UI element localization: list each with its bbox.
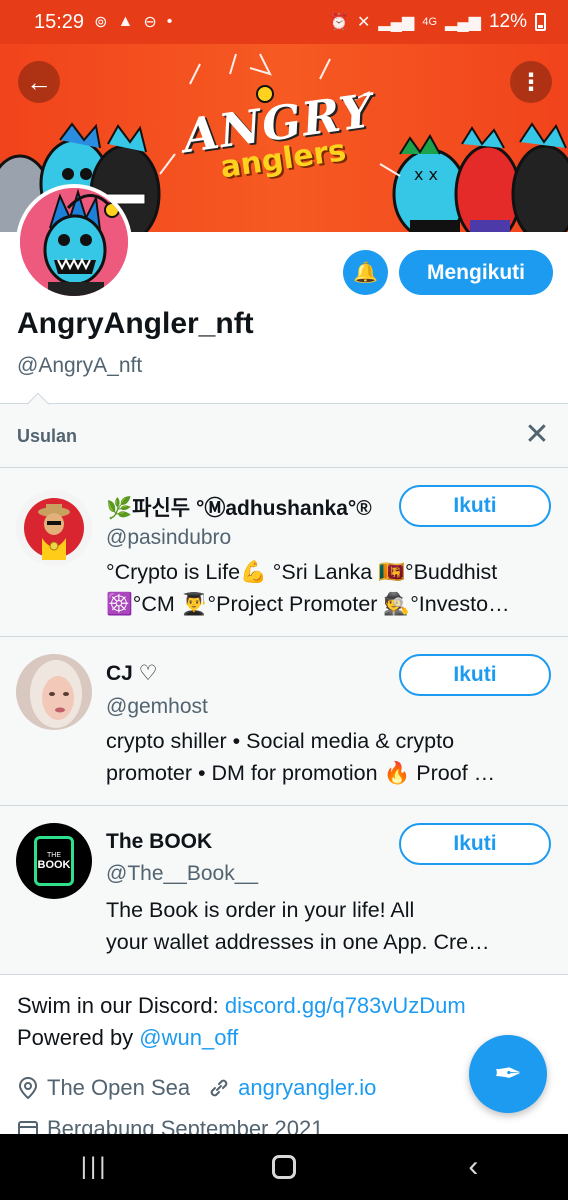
profile-bio-line: Swim in our Discord: discord.gg/q783vUzD… — [17, 993, 466, 1019]
discord-link[interactable]: discord.gg/q783vUzDum — [225, 993, 466, 1018]
suggestion-avatar[interactable]: THE BOOK — [16, 823, 92, 899]
feather-plus-icon: ✒ — [493, 1055, 523, 1093]
signal-icon-2: ▂▄▆ — [445, 14, 481, 31]
suggestion-item[interactable]: 🌿파신두 °Ⓜadhushanka°® @pasindubro °Crypto … — [0, 468, 568, 636]
close-icon: ✕ — [524, 418, 550, 451]
profile-bio-line: Powered by @wun_off — [17, 1025, 238, 1051]
suggestion-item[interactable]: CJ ♡ @gemhost crypto shiller • Social me… — [0, 637, 568, 805]
battery-icon — [535, 13, 546, 31]
link-icon — [208, 1077, 230, 1099]
system-navigation-bar: ||| ‹ — [0, 1134, 568, 1200]
chevron-left-icon: ‹ — [468, 1150, 479, 1183]
suggestion-bio-line: The Book is order in your life! All — [106, 898, 415, 922]
follow-button[interactable]: Ikuti — [399, 485, 551, 527]
suggestions-title: Usulan — [17, 426, 78, 446]
suggestion-handle: @pasindubro — [106, 526, 232, 549]
follow-button[interactable]: Ikuti — [399, 823, 551, 865]
home-button[interactable] — [254, 1142, 314, 1192]
bio-text: Swim in our Discord: — [17, 993, 225, 1018]
following-button[interactable]: Mengikuti — [399, 250, 553, 295]
close-suggestions-button[interactable]: ✕ — [522, 420, 552, 450]
follow-button[interactable]: Ikuti — [399, 654, 551, 696]
avatar-artwork — [20, 188, 128, 296]
status-time: 15:29 — [34, 10, 85, 33]
suggestion-bio: crypto shiller • Social media & crypto p… — [106, 725, 554, 789]
profile-website-link[interactable]: angryangler.io — [238, 1075, 376, 1101]
bell-check-icon: 🔔 — [353, 262, 378, 284]
notification-bell-button[interactable]: 🔔 — [343, 250, 388, 295]
mention-link[interactable]: @wun_off — [139, 1025, 238, 1050]
suggestion-name[interactable]: CJ ♡ — [106, 661, 158, 686]
warning-icon: ▲ — [117, 13, 134, 30]
profile-location: The Open Sea — [47, 1075, 191, 1100]
suggestion-name[interactable]: 🌿파신두 °Ⓜadhushanka°® — [106, 492, 372, 522]
suggestion-handle: @The__Book__ — [106, 862, 259, 885]
suggestion-handle: @gemhost — [106, 695, 208, 718]
home-icon — [271, 1155, 296, 1179]
mute-icon: ✕ — [356, 14, 371, 31]
back-button[interactable]: ← — [18, 61, 60, 103]
suggestion-avatar[interactable] — [16, 490, 92, 566]
profile-display-name: AngryAngler_nft — [17, 307, 254, 340]
status-bar: 15:29 ⊚ ▲ ⊖ • ⏰ ✕ ▂▄▆ 4G ▂▄▆ 12% — [0, 0, 568, 44]
bio-text: Powered by — [17, 1025, 140, 1050]
do-not-disturb-icon: ⊖ — [143, 14, 157, 31]
network-type: 4G — [422, 16, 438, 28]
compose-tweet-button[interactable]: ✒ — [469, 1035, 547, 1113]
book-logo-text: BOOK — [37, 858, 71, 871]
suggestion-bio-line: °Crypto is Life💪 °Sri Lanka 🇱🇰°Buddhist — [106, 560, 498, 584]
suggestion-bio: °Crypto is Life💪 °Sri Lanka 🇱🇰°Buddhist … — [106, 556, 554, 620]
recent-apps-icon: ||| — [80, 1153, 109, 1180]
more-vertical-icon: ⋮ — [519, 68, 543, 96]
suggestion-bio-line: crypto shiller • Social media & crypto — [106, 729, 455, 753]
suggestion-bio-line: your wallet addresses in one App. Cre… — [106, 930, 490, 954]
suggestion-avatar[interactable] — [16, 654, 92, 730]
suggestion-bio-line: ☸️°CM 👨‍🎓°Project Promoter 🕵️°Investo… — [106, 592, 510, 616]
profile-meta-line: The Open Sea angryangler.io — [17, 1075, 376, 1101]
location-pin-icon — [17, 1077, 39, 1099]
battery-percent: 12% — [488, 11, 527, 32]
sync-icon: ⊚ — [94, 14, 108, 31]
suggestion-bio-line: promoter • DM for promotion 🔥 Proof … — [106, 761, 496, 785]
notification-dot-icon: • — [166, 13, 173, 30]
recent-apps-button[interactable]: ||| — [65, 1142, 125, 1192]
svg-text:x x: x x — [414, 165, 438, 184]
signal-icon: ▂▄▆ — [378, 14, 415, 31]
arrow-left-icon: ← — [26, 66, 52, 97]
suggestion-bio: The Book is order in your life! All your… — [106, 894, 554, 958]
suggestion-avatar-art — [16, 490, 92, 566]
back-nav-button[interactable]: ‹ — [443, 1142, 503, 1192]
suggestion-avatar-art — [16, 654, 92, 730]
profile-handle: @AngryA_nft — [17, 354, 143, 377]
suggestion-item[interactable]: THE BOOK The BOOK @The__Book__ The Book … — [0, 806, 568, 974]
suggestion-name[interactable]: The BOOK — [106, 830, 212, 854]
more-options-button[interactable]: ⋮ — [510, 61, 552, 103]
profile-avatar[interactable] — [16, 184, 132, 300]
book-logo-small-text: THE — [47, 851, 61, 859]
alarm-icon: ⏰ — [329, 14, 349, 31]
